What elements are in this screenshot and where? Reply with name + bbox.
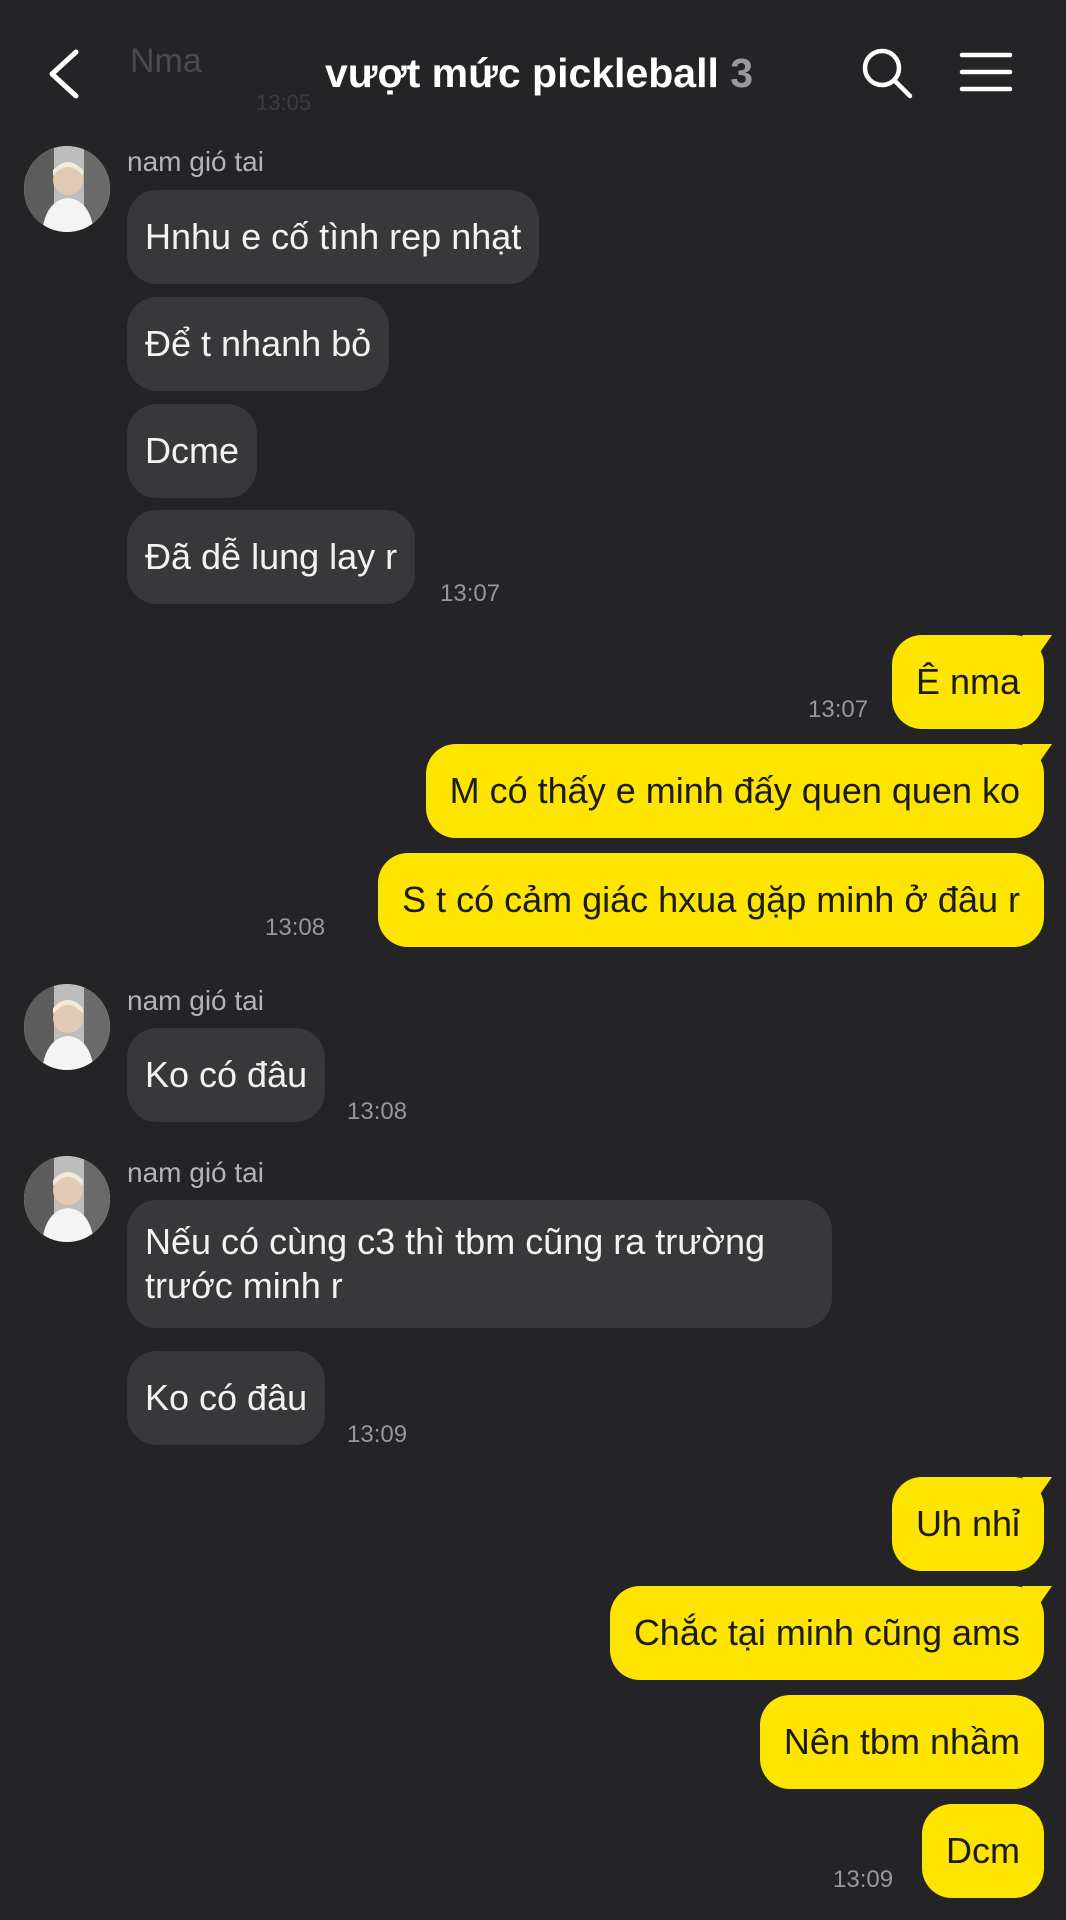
message-bubble[interactable]: Ko có đâu (127, 1351, 326, 1445)
sender-name: nam gió tai (127, 146, 264, 177)
back-button[interactable] (42, 44, 92, 104)
chevron-left-icon (49, 49, 79, 99)
bubble-tail-icon (1022, 635, 1052, 661)
message-bubble-outgoing[interactable]: Uh nhỉ (891, 1477, 1052, 1571)
profile-photo-icon (24, 146, 110, 232)
avatar[interactable] (24, 146, 110, 232)
message-bubble-outgoing[interactable]: Nên tbm nhầm (759, 1695, 1044, 1789)
chat-header: Nma 13:05 vượt mức pickleball 3 (0, 0, 1066, 140)
hamburger-menu-icon (959, 52, 1013, 92)
message-text: Nên tbm nhầm (783, 1721, 1020, 1762)
search-button[interactable] (860, 46, 914, 100)
message-text: Dcm (946, 1830, 1020, 1871)
bubble-tail-icon (1022, 1477, 1052, 1503)
message-bubble[interactable]: Đã dễ lung lay r (127, 510, 416, 604)
scrolled-message-text: Nma (130, 42, 202, 80)
message-time: 13:09 (833, 1866, 894, 1893)
sender-name: nam gió tai (127, 1157, 264, 1188)
search-icon (862, 48, 913, 99)
avatar[interactable] (24, 1156, 110, 1242)
message-bubble-outgoing[interactable]: Ê nma (891, 635, 1052, 729)
message-bubble-outgoing[interactable]: Chắc tại minh cũng ams (609, 1586, 1052, 1680)
message-bubble[interactable]: Hnhu e cố tình rep nhạt (127, 190, 540, 284)
message-bubble-outgoing[interactable]: M có thấy e minh đấy quen quen ko (425, 744, 1052, 838)
sender-name: nam gió tai (127, 985, 264, 1016)
message-time: 13:08 (347, 1098, 408, 1125)
bubble-tail-icon (1022, 744, 1052, 770)
bubble-tail-icon (1022, 1586, 1052, 1612)
message-text: Uh nhỉ (915, 1503, 1020, 1544)
message-time: 13:07 (808, 696, 869, 723)
message-text: S t có cảm giác hxua gặp minh ở đâu r (402, 879, 1020, 920)
message-time: 13:07 (440, 580, 501, 607)
message-text: Chắc tại minh cũng ams (633, 1612, 1020, 1653)
member-count: 3 (730, 50, 754, 96)
chat-title: vượt mức pickleball 3 (325, 50, 753, 97)
profile-photo-icon (24, 1156, 110, 1242)
chat-name: vượt mức pickleball (325, 50, 719, 96)
menu-button[interactable] (958, 50, 1014, 94)
message-bubble-outgoing[interactable]: Dcm (922, 1804, 1044, 1898)
message-bubble[interactable]: Ko có đâu (127, 1028, 326, 1122)
message-time: 13:08 (265, 914, 326, 941)
message-bubble[interactable]: Để t nhanh bỏ (127, 297, 390, 391)
message-text: Ê nma (915, 661, 1020, 702)
message-bubble[interactable]: Nếu có cùng c3 thì tbm cũng ra trường tr… (127, 1200, 832, 1328)
avatar[interactable] (24, 984, 110, 1070)
message-text: M có thấy e minh đấy quen quen ko (449, 770, 1020, 811)
profile-photo-icon (24, 984, 110, 1070)
scrolled-message-time: 13:05 (256, 90, 312, 115)
message-time: 13:09 (347, 1421, 408, 1448)
message-bubble-outgoing[interactable]: S t có cảm giác hxua gặp minh ở đâu r (378, 853, 1044, 947)
message-bubble[interactable]: Dcme (127, 404, 258, 498)
